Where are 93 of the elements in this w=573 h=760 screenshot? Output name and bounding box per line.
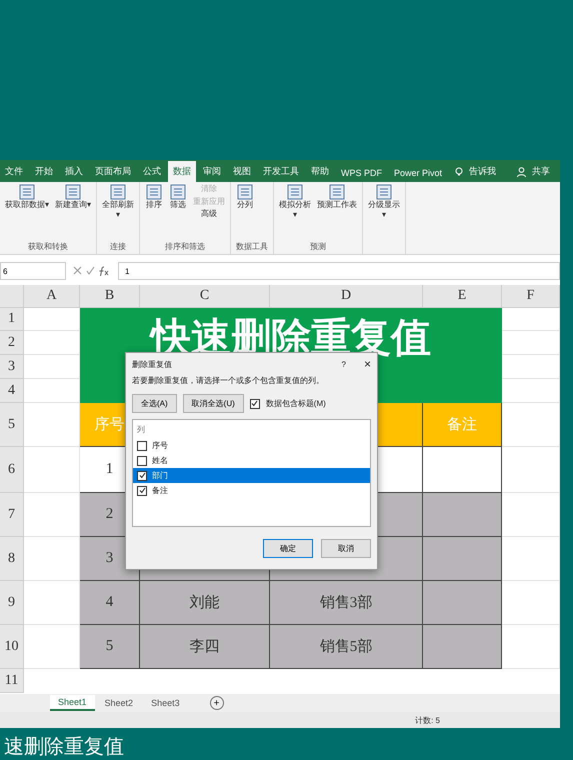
dialog-title: 删除重复值 xyxy=(132,358,173,370)
ribbon-button[interactable]: 模拟分析 ▾ xyxy=(279,184,312,241)
table-icon xyxy=(18,184,36,200)
table-cell: 销售5部 xyxy=(270,625,423,669)
row-header: 9 xyxy=(0,581,24,625)
checkbox[interactable] xyxy=(250,398,260,408)
ok-button[interactable]: 确定 xyxy=(263,539,313,558)
list-item[interactable]: 部门 xyxy=(133,468,370,483)
checkbox[interactable] xyxy=(137,486,147,496)
row-header: 6 xyxy=(0,447,24,493)
column-header: B xyxy=(80,285,140,308)
sheet-tab[interactable]: Sheet2 xyxy=(96,696,142,710)
ribbon-button[interactable]: 高级 xyxy=(193,209,226,219)
grid-cell[interactable] xyxy=(502,625,560,669)
table-icon xyxy=(375,184,394,200)
formula-field[interactable]: 1 xyxy=(118,262,560,280)
cancel-button[interactable]: 取消 xyxy=(321,539,371,558)
checkbox[interactable] xyxy=(137,440,147,450)
row-header: 11 xyxy=(0,669,24,693)
person-icon xyxy=(517,167,526,177)
ribbon-button[interactable]: 预测工作表 xyxy=(317,184,358,241)
ribbon-button[interactable]: 分列 xyxy=(236,184,254,241)
checkbox[interactable] xyxy=(137,470,147,480)
header-cell: 备注 xyxy=(423,403,502,447)
group-label: 连接 xyxy=(109,241,128,252)
ribbon-tab[interactable]: Power Pivot xyxy=(389,164,448,182)
table-cell: 5 xyxy=(80,625,140,669)
ribbon-button[interactable]: 新建查询▾ xyxy=(55,184,92,241)
row-header: 1 xyxy=(0,308,24,331)
table-icon xyxy=(109,184,128,200)
status-count: 计数: 5 xyxy=(415,714,440,726)
column-header: A xyxy=(24,285,80,308)
ribbon-button[interactable]: 排序 xyxy=(145,184,164,241)
table-cell: 销售3部 xyxy=(270,581,423,625)
checkbox[interactable] xyxy=(137,456,147,466)
row-header: 5 xyxy=(0,403,24,447)
table-icon xyxy=(64,184,82,200)
close-button[interactable]: × xyxy=(364,357,371,371)
unselect-all-button[interactable]: 取消全选(U) xyxy=(182,394,244,413)
group-label: 预测 xyxy=(309,241,328,252)
instruction-text: 若要删除重复值，请选择一个或多个包含重复值的列。 xyxy=(132,375,325,386)
row-header: 10 xyxy=(0,625,24,669)
group-label: 排序和筛选 xyxy=(164,241,206,252)
ribbon-tab[interactable]: WPS PDF xyxy=(336,164,388,182)
table-icon xyxy=(328,184,346,200)
ribbon-button[interactable]: 筛选 xyxy=(169,184,188,241)
table-icon xyxy=(169,184,188,200)
sheet-tab[interactable]: Sheet3 xyxy=(143,696,188,710)
ribbon-tab[interactable]: 开发工具 xyxy=(258,161,304,182)
ribbon-tab[interactable]: 数据 xyxy=(168,161,196,182)
table-cell: 李四 xyxy=(140,625,270,669)
column-header: E xyxy=(423,285,502,308)
group-label: 数据工具 xyxy=(236,241,268,252)
table-cell: 4 xyxy=(80,581,140,625)
lightbulb-icon xyxy=(455,167,464,177)
video-caption: 速删除重复值 xyxy=(3,735,125,760)
ribbon-tab[interactable]: 视图 xyxy=(228,161,256,182)
select-all-button[interactable]: 全选(A) xyxy=(132,394,177,413)
row-header: 8 xyxy=(0,537,24,581)
table-icon xyxy=(286,184,304,200)
row-header: 7 xyxy=(0,493,24,537)
table-icon xyxy=(145,184,164,200)
help-button[interactable]: ? xyxy=(342,360,346,368)
ribbon-tab[interactable]: 帮助 xyxy=(306,161,334,182)
group-label: 获取和转换 xyxy=(27,241,70,252)
grid-cell[interactable] xyxy=(502,537,560,581)
row-header: 2 xyxy=(0,331,24,355)
grid-cell[interactable] xyxy=(502,447,560,493)
ribbon-button[interactable]: 获取部数据▾ xyxy=(5,184,50,241)
add-sheet-button[interactable]: + xyxy=(210,696,224,710)
row-header: 4 xyxy=(0,379,24,403)
column-header: C xyxy=(140,285,270,308)
ribbon-tab[interactable]: 开始 xyxy=(30,161,58,182)
sheet-tab[interactable]: Sheet1 xyxy=(50,695,95,711)
share-button[interactable]: 共享 xyxy=(528,161,554,182)
tell-me-search[interactable]: 告诉我 xyxy=(465,161,500,182)
ribbon-tab[interactable]: 插入 xyxy=(60,161,88,182)
ribbon-button[interactable]: 全部刷新 ▾ xyxy=(102,184,134,241)
ribbon-tab[interactable]: 公式 xyxy=(138,161,166,182)
ribbon-button[interactable]: 分级显示 ▾ xyxy=(368,184,400,252)
ribbon-tab[interactable]: 审阅 xyxy=(198,161,226,182)
ribbon-tab[interactable]: 文件 xyxy=(0,161,28,182)
grid-cell[interactable] xyxy=(502,403,560,447)
column-header: D xyxy=(270,285,423,308)
select-all-corner[interactable] xyxy=(0,285,24,308)
grid-cell[interactable] xyxy=(502,581,560,625)
row-header: 3 xyxy=(0,355,24,379)
ribbon-tab[interactable]: 页面布局 xyxy=(90,161,136,182)
table-cell: 刘能 xyxy=(140,581,270,625)
table-icon xyxy=(236,184,254,200)
name-box[interactable]: 6 xyxy=(0,262,66,280)
grid-cell[interactable] xyxy=(502,493,560,537)
column-header: F xyxy=(502,285,560,308)
